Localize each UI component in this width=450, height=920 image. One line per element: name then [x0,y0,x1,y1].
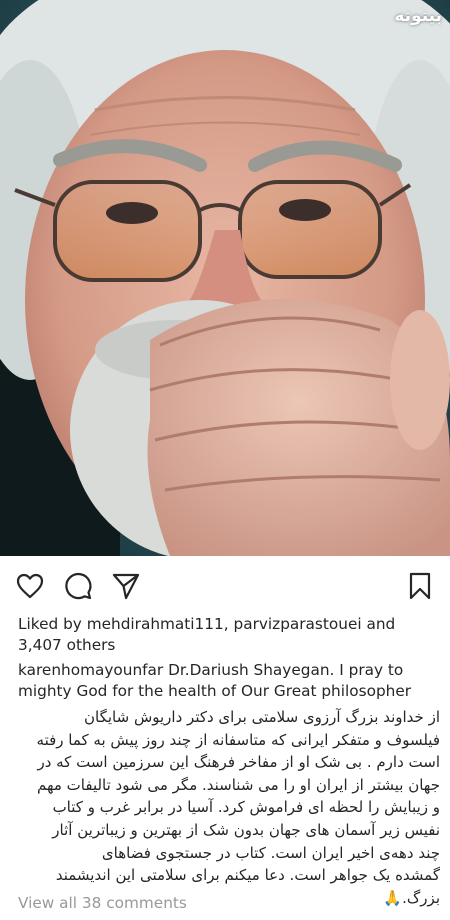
like-button[interactable] [14,570,46,602]
comment-icon [65,572,92,600]
view-all-comments-link[interactable]: View all 38 comments [18,894,187,912]
portrait-photo [0,0,450,556]
caption-persian-text: از خداوند بزرگ آرزوی سلامتی برای دکتر دا… [18,706,440,909]
praying-hands-emoji: 🙏 [383,888,403,907]
caption-line: جهان بیشتر از ایران او را می شناسند. مگر… [36,775,440,794]
likes-others-link[interactable]: 3,407 others [18,636,115,654]
likes-and: and [361,615,396,633]
post-image[interactable]: بیتوته [0,0,450,556]
caption-line: فیلسوف و متفکر ایرانی که متاسفانه از چند… [36,730,440,749]
heart-icon [16,573,44,599]
liker-username-2[interactable]: parvizparastouei [233,615,361,633]
share-button[interactable] [110,570,142,602]
caption-line: چند دهه‌ی اخیر ایران است. کتاب در جستجوی… [101,843,440,862]
caption-line-text: بزرگ. [402,888,440,907]
caption-line: از خداوند بزرگ آرزوی سلامتی برای دکتر دا… [84,708,440,726]
watermark-logo: بیتوته [394,6,442,26]
post-caption: karenhomayounfar Dr.Dariush Shayegan. I … [18,660,440,909]
liker-username-1[interactable]: mehdirahmati111 [87,615,224,633]
likes-summary: Liked by mehdirahmati111, parvizparastou… [18,614,438,656]
caption-username[interactable]: karenhomayounfar [18,661,163,679]
post-action-bar [0,564,450,608]
caption-line: است دارم . بی شک او از مفاخر فرهنگ این س… [37,753,440,772]
caption-line: نفیس زیر آسمان های جهان بدون شک از بهتری… [52,820,440,839]
send-icon [112,573,140,600]
comment-button[interactable] [62,570,94,602]
bookmark-icon [409,572,431,600]
caption-line: و زیبایش را لحظه ای فراموش کرد. آسیا در … [52,798,440,817]
likes-prefix: Liked by [18,615,87,633]
save-button[interactable] [404,570,436,602]
caption-line: گمشده یک جواهر است. دعا میکنم برای سلامت… [55,866,440,885]
